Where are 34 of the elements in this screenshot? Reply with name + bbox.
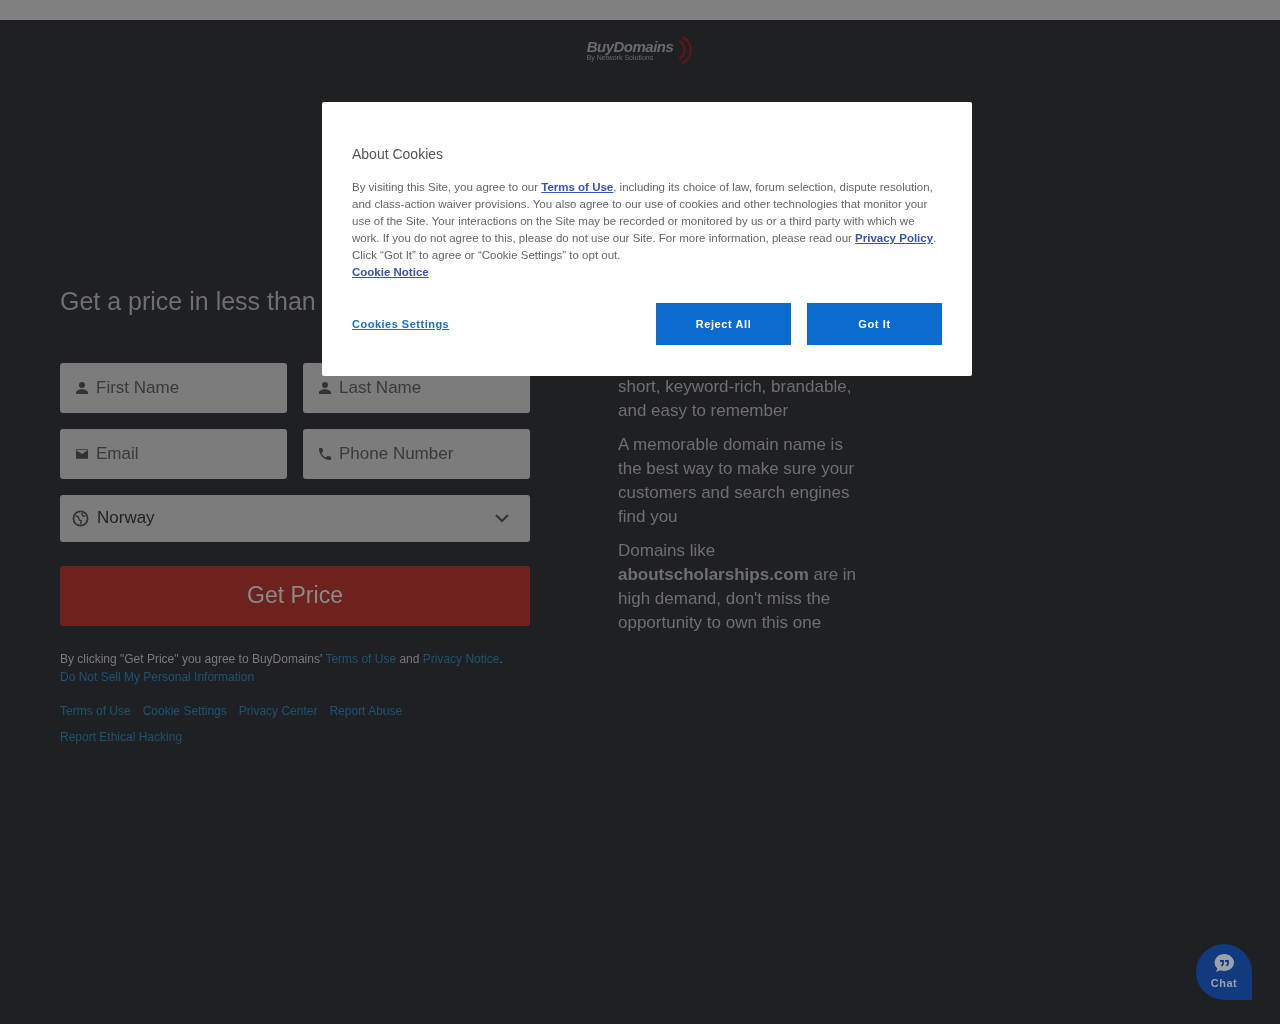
- footer-link[interactable]: Terms of Use: [60, 701, 131, 720]
- info-paragraph: A memorable domain name is the best way to make sure your customers and search engines find you: [618, 434, 856, 528]
- info-paragraph: short, keyword-rich, brandable, and easy to remember: [618, 376, 853, 422]
- footer-link[interactable]: Report Ethical Hacking: [60, 727, 183, 746]
- do-not-sell-link[interactable]: Do Not Sell My Personal Information: [60, 669, 255, 684]
- input-field[interactable]: Phone Number: [303, 428, 530, 479]
- logo-text: BuyDomains: [586, 39, 674, 54]
- accept-button[interactable]: Got It: [807, 303, 942, 345]
- dialog-link[interactable]: Privacy Policy: [855, 232, 934, 244]
- globe-icon: [72, 509, 89, 527]
- chevron-down-icon: [494, 513, 510, 523]
- phone-icon: [317, 445, 333, 462]
- chat-button[interactable]: Chat: [1196, 944, 1252, 1000]
- cookie-notice-link[interactable]: Cookie Notice: [352, 266, 429, 278]
- terms-link[interactable]: Terms of Use: [325, 651, 397, 666]
- signal-arcs-icon: [677, 35, 694, 65]
- dialog-text: By visiting this Site, you agree to our Terms of Use, including its choice of law, forum selection, dispute resolution, and class-action waiver provisions. You also agree to our use of cookies and other technologies that monitor your use of the Site. Your interactions on the Site may be recorded or monitored by us or a third party with which we work. If you do not agree to this, please do not use our Site. For more information, please read our Privacy Policy. Click “Got It” to agree or “Cookie Settings” to opt out.: [352, 180, 938, 263]
- info-paragraph: Domains like aboutscholarships.com are in high demand, don't miss the opportunity to own this one: [618, 540, 858, 634]
- country-select[interactable]: Norway: [60, 494, 530, 542]
- form-heading: Get a price in less than: [60, 286, 316, 317]
- person-icon: [74, 379, 90, 396]
- input-field[interactable]: Email: [60, 428, 287, 479]
- input-field[interactable]: First Name: [60, 362, 287, 413]
- get-price-button[interactable]: Get Price: [60, 565, 530, 626]
- footer-link[interactable]: Cookie Settings: [142, 701, 227, 720]
- footer-link[interactable]: Privacy Center: [238, 701, 318, 720]
- consent-text: By clicking "Get Price" you agree to BuyDomains' Terms of Use and Privacy Notice.: [60, 650, 504, 668]
- reject-button[interactable]: Reject All: [656, 303, 791, 345]
- speech-bubble-icon: [1213, 952, 1235, 973]
- dialog-title: About Cookies: [352, 145, 445, 164]
- select-value: Norway: [97, 507, 156, 530]
- person-icon: [317, 379, 333, 396]
- footer-link[interactable]: Report Abuse: [329, 701, 403, 720]
- cookie-settings-link[interactable]: Cookies Settings: [352, 315, 450, 333]
